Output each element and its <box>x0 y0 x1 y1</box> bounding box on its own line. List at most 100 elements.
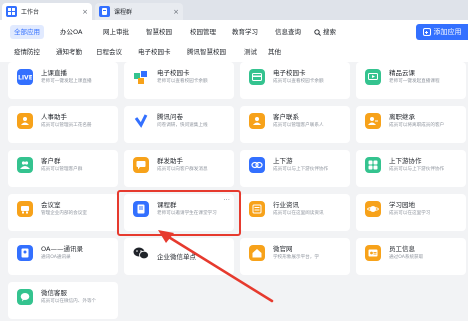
search-label: 搜索 <box>323 28 336 36</box>
app-card-customer-group[interactable]: 客户群 成员可以管理客户群 <box>8 150 118 187</box>
staff-info-icon <box>365 245 381 261</box>
app-card-wecom-sso[interactable]: 企业微信单点 <box>124 238 234 275</box>
app-desc: 成员可以将离职成员的客户 <box>389 123 445 128</box>
app-title: 人事助手 <box>41 113 67 121</box>
app-card-cloud-class[interactable]: 精品云课 老师可一键发起直播课程 <box>356 62 466 99</box>
news-icon <box>249 201 265 217</box>
nav-ecard[interactable]: 电子校园卡 <box>138 45 171 59</box>
nav-campus-management[interactable]: 校园管理 <box>190 25 216 39</box>
tab-label: 工作台 <box>21 9 40 16</box>
app-desc: 学校形象展示平台，学 <box>273 255 319 260</box>
app-title: 行业资讯 <box>273 201 299 209</box>
app-desc: 成员可以向客户群发消息 <box>157 167 208 172</box>
app-card-micro-site[interactable]: 微官网 学校形象展示平台，学 <box>240 238 350 275</box>
app-desc: 通讯OA通讯录 <box>41 255 71 260</box>
app-title: 精品云课 <box>389 69 415 77</box>
app-desc: 成员可以在这里学习 <box>389 211 431 216</box>
app-title: 离职继承 <box>389 113 415 121</box>
campus-card-icon <box>249 69 265 85</box>
customer-contact-icon <box>249 113 265 129</box>
tab-course-group[interactable]: 课程群 × <box>95 3 183 20</box>
nav-test[interactable]: 测试 <box>244 45 257 59</box>
micro-site-icon <box>249 245 265 261</box>
campus-card-icon <box>133 69 149 85</box>
tab-workbench[interactable]: 工作台 × <box>2 3 92 20</box>
close-icon[interactable]: × <box>82 8 88 16</box>
nav-tencent-campus[interactable]: 腾讯智慧校园 <box>187 45 226 59</box>
customer-group-icon <box>17 157 33 173</box>
resign-inherit-icon <box>365 113 381 129</box>
app-card-hr-assistant[interactable]: 人事助手 成员可以管理员工花名册 <box>8 106 118 143</box>
app-title: 上课直播 <box>41 69 67 77</box>
app-desc: 成员可以管理客户联系人 <box>273 123 324 128</box>
add-app-button[interactable]: 添加应用 <box>416 24 468 40</box>
app-card-campus-card[interactable]: 电子校园卡 老师可以查看校园卡余额 <box>124 62 234 99</box>
app-card-meeting-room[interactable]: 会议室 管理企业内部的会议室 <box>8 194 118 231</box>
app-card-study-garden[interactable]: 学习园地 成员可以在这里学习 <box>356 194 466 231</box>
close-icon[interactable]: × <box>173 8 179 16</box>
survey-icon <box>133 113 149 129</box>
app-card-mass-send[interactable]: 群发助手 成员可以向客户群发消息 <box>124 150 234 187</box>
svg-text:LIVE: LIVE <box>18 75 32 82</box>
nav-row-primary: 全部应用 办公OA 网上审批 智慧校园 校园管理 教育学习 信息查询 搜索 <box>0 22 468 42</box>
nav-education[interactable]: 教育学习 <box>232 25 258 39</box>
app-title: 学习园地 <box>389 201 415 209</box>
add-app-label: 添加应用 <box>433 28 462 36</box>
app-desc: 成员可以在微信内、外等个 <box>41 299 97 304</box>
app-desc: 通过OA系统获取 <box>389 255 424 260</box>
nav-smart-campus[interactable]: 智慧校园 <box>146 25 172 39</box>
wechat-service-icon <box>17 289 33 305</box>
hr-icon <box>17 113 33 129</box>
app-card-customer-contact[interactable]: 客户联系 成员可以管理客户联系人 <box>240 106 350 143</box>
app-card-upstream-collab[interactable]: 上下游协作 成员可以与上下游伙伴协作 <box>356 150 466 187</box>
nav-row-secondary: 疫情防控 通知考勤 日程会议 电子校园卡 腾讯智慧校园 测试 其他 <box>0 42 468 62</box>
search-button[interactable]: 搜索 <box>314 25 336 39</box>
app-card-campus-card-2[interactable]: 电子校园卡 成员可以查看校园卡余额 <box>240 62 350 99</box>
app-title: 员工信息 <box>389 245 415 253</box>
app-card-staff-info[interactable]: 员工信息 通过OA系统获取 <box>356 238 466 275</box>
title-bar: 工作台 × 课程群 × <box>0 0 468 20</box>
tab-label: 课程群 <box>114 9 133 16</box>
app-card-resign-inherit[interactable]: 离职继承 成员可以将离职成员的客户 <box>356 106 466 143</box>
nav-all-apps[interactable]: 全部应用 <box>10 25 44 39</box>
app-title: 客户群 <box>41 157 61 165</box>
app-card-oa-contacts[interactable]: OA——通讯录 通讯OA通讯录 <box>8 238 118 275</box>
oa-contacts-icon <box>17 245 33 261</box>
app-title: 上下游 <box>273 157 293 165</box>
nav-other[interactable]: 其他 <box>268 45 281 59</box>
app-title: 腾讯问卷 <box>157 113 183 121</box>
app-card-tencent-survey[interactable]: 腾讯问卷 问卷调研，快问速集上线 <box>124 106 234 143</box>
nav-office-oa[interactable]: 办公OA <box>60 25 82 39</box>
app-desc: 老师可一键发起直播课程 <box>389 79 440 84</box>
cloud-class-icon <box>365 69 381 85</box>
app-title: 企业微信单点 <box>157 253 196 261</box>
app-card-live-class[interactable]: LIVE 上课直播 老师可一键发起上课直播 <box>8 62 118 99</box>
app-title: 电子校园卡 <box>157 69 190 77</box>
app-desc: 成员可以与上下游伙伴协作 <box>389 167 445 172</box>
app-title: 微官网 <box>273 245 293 253</box>
app-desc: 成员可以在这里阅读资讯 <box>273 211 324 216</box>
workbench-icon <box>6 6 17 17</box>
highlight-box <box>117 190 241 236</box>
nav-notice-attendance[interactable]: 通知考勤 <box>56 45 82 59</box>
nav-schedule-meeting[interactable]: 日程会议 <box>96 45 122 59</box>
search-icon <box>314 28 321 36</box>
app-title: 上下游协作 <box>389 157 422 165</box>
nav-info-query[interactable]: 信息查询 <box>275 25 301 39</box>
link-icon <box>249 157 265 173</box>
app-title: 客户联系 <box>273 113 299 121</box>
nav-epidemic[interactable]: 疫情防控 <box>14 45 40 59</box>
app-desc: 成员可以管理客户群 <box>41 167 83 172</box>
app-desc: 问卷调研，快问速集上线 <box>157 123 208 128</box>
app-card-wechat-service[interactable]: 微信客服 成员可以在微信内、外等个 <box>8 282 118 319</box>
app-title: 微信客服 <box>41 289 67 297</box>
grid-icon <box>365 157 381 173</box>
app-title: 电子校园卡 <box>273 69 306 77</box>
app-desc: 成员可以查看校园卡余额 <box>273 79 324 84</box>
nav-online-approval[interactable]: 网上审批 <box>103 25 129 39</box>
app-card-upstream-downstream[interactable]: 上下游 成员可以与上下游伙伴协作 <box>240 150 350 187</box>
app-grid: LIVE 上课直播 老师可一键发起上课直播 电子校园卡 老师可以查看校园卡余额 … <box>0 62 468 321</box>
wechat-icon <box>133 245 149 261</box>
app-card-industry-news[interactable]: 行业资讯 成员可以在这里阅读资讯 <box>240 194 350 231</box>
app-title: 群发助手 <box>157 157 183 165</box>
